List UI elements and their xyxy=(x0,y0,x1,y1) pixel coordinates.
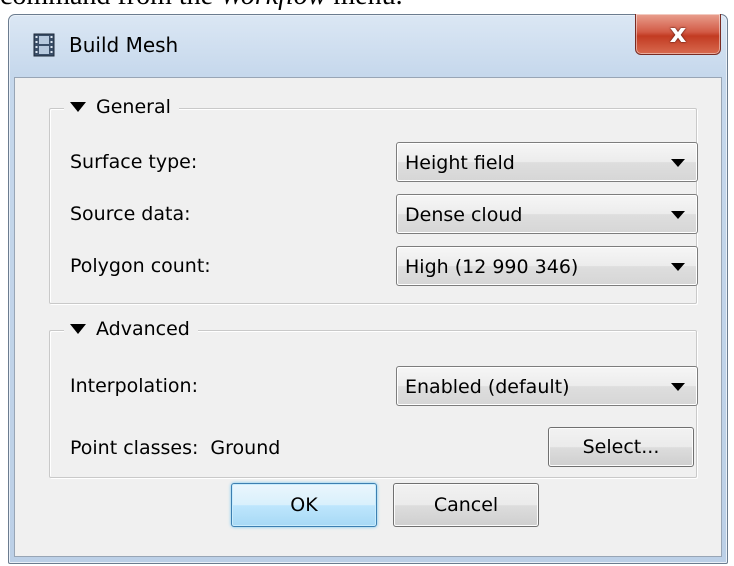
source-data-value: Dense cloud xyxy=(405,204,523,226)
close-button[interactable]: x xyxy=(635,14,721,55)
source-data-label: Source data: xyxy=(70,203,191,225)
dialog-title: Build Mesh xyxy=(69,33,179,57)
point-classes-row: Point classes: Ground xyxy=(70,435,280,461)
film-strip-icon xyxy=(33,33,55,57)
point-classes-value: Ground xyxy=(210,437,281,459)
chevron-down-icon xyxy=(671,383,685,391)
chevron-down-icon xyxy=(671,263,685,271)
interpolation-dropdown[interactable]: Enabled (default) xyxy=(396,366,698,406)
document-caption: command from the Workflow menu. xyxy=(0,0,734,12)
polygon-count-value: High (12 990 346) xyxy=(405,256,579,278)
interpolation-value: Enabled (default) xyxy=(405,376,570,398)
general-group: General Surface type: Height field Sourc… xyxy=(49,93,698,304)
select-point-classes-button[interactable]: Select... xyxy=(548,427,694,467)
interpolation-label: Interpolation: xyxy=(70,375,198,397)
chevron-down-icon xyxy=(671,159,685,167)
close-icon: x xyxy=(669,19,687,49)
document-caption-suffix: menu. xyxy=(326,0,402,11)
surface-type-label: Surface type: xyxy=(70,151,198,173)
point-classes-label: Point classes: xyxy=(70,437,199,459)
collapse-triangle-icon xyxy=(70,102,86,112)
polygon-count-dropdown[interactable]: High (12 990 346) xyxy=(396,246,698,286)
general-group-title: General xyxy=(96,96,171,118)
collapse-triangle-icon xyxy=(70,324,86,334)
general-group-header[interactable]: General xyxy=(64,93,179,121)
polygon-count-label: Polygon count: xyxy=(70,255,211,277)
title-bar[interactable]: Build Mesh x xyxy=(9,14,727,75)
document-caption-prefix: command from the xyxy=(0,0,220,11)
cancel-button[interactable]: Cancel xyxy=(393,483,539,527)
chevron-down-icon xyxy=(671,211,685,219)
document-caption-menu: Workflow xyxy=(220,0,326,11)
dialog-client-area: General Surface type: Height field Sourc… xyxy=(14,77,722,557)
build-mesh-dialog: Build Mesh x General Surface type: Heigh… xyxy=(8,14,728,564)
advanced-group-header[interactable]: Advanced xyxy=(64,315,198,343)
surface-type-value: Height field xyxy=(405,152,515,174)
advanced-group-title: Advanced xyxy=(96,318,190,340)
surface-type-dropdown[interactable]: Height field xyxy=(396,142,698,182)
source-data-dropdown[interactable]: Dense cloud xyxy=(396,194,698,234)
ok-button[interactable]: OK xyxy=(231,483,377,527)
advanced-group: Advanced Interpolation: Enabled (default… xyxy=(49,315,698,478)
